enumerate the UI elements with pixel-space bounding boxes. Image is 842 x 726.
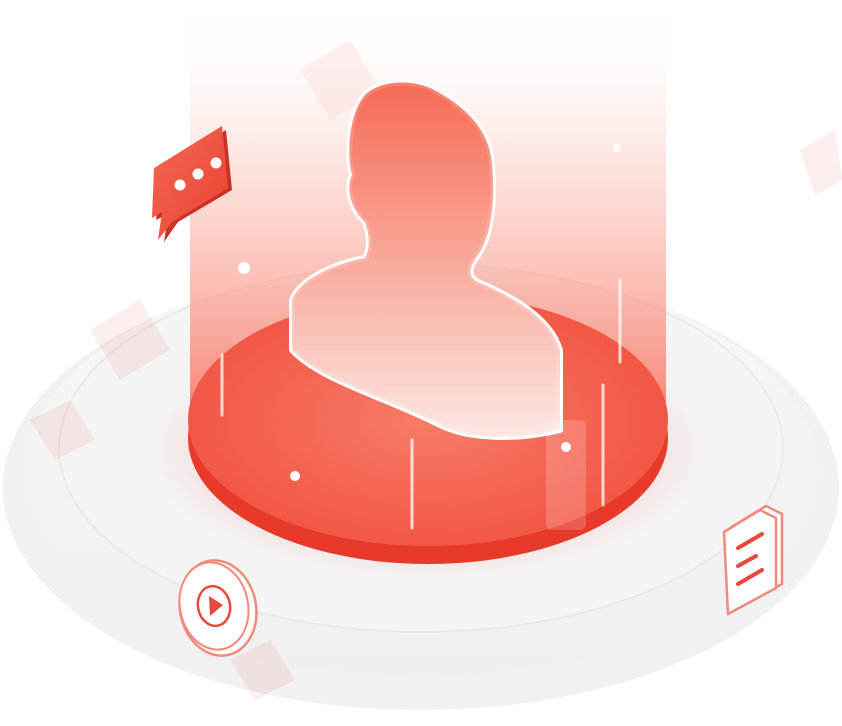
illustration-svg: [3, 0, 842, 710]
illustration-canvas: [0, 0, 842, 726]
glass-panel: [546, 420, 586, 530]
